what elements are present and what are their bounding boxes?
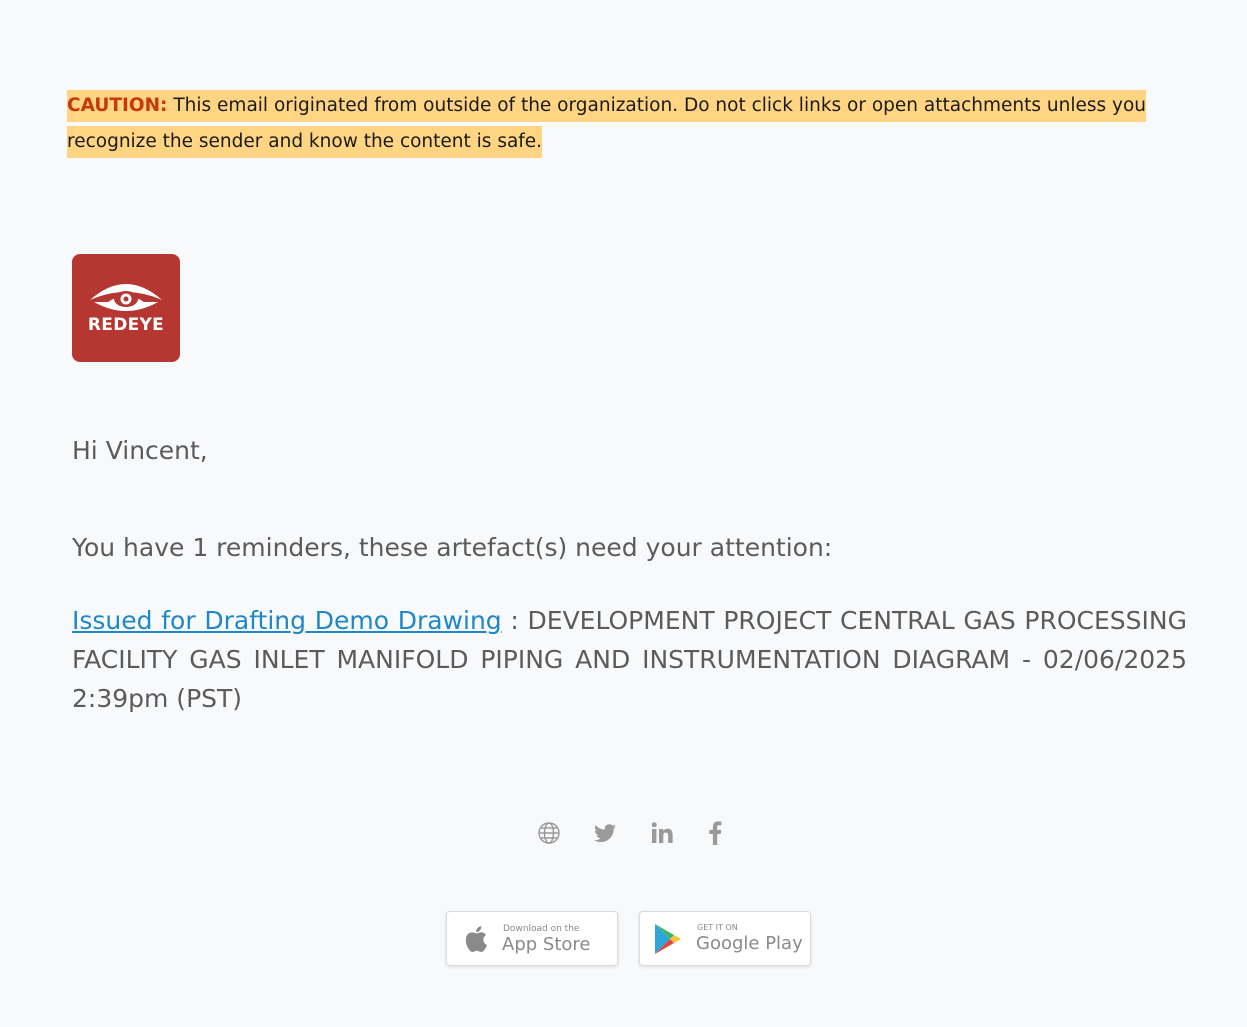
google-play-badge[interactable]: GET IT ON Google Play: [639, 911, 811, 966]
google-play-big-text: Google Play: [696, 933, 803, 954]
app-store-big-text: App Store: [502, 934, 591, 955]
linkedin-icon[interactable]: [647, 818, 677, 848]
reminder-intro: You have 1 reminders, these artefact(s) …: [72, 533, 833, 562]
redeye-logo: REDEYE: [72, 254, 180, 362]
twitter-icon[interactable]: [590, 818, 620, 848]
apple-icon: [465, 926, 487, 952]
google-play-small-text: GET IT ON: [697, 923, 738, 932]
caution-banner: CAUTION: This email originated from outs…: [67, 88, 1183, 160]
reminder-item: Issued for Drafting Demo Drawing : DEVEL…: [72, 601, 1187, 718]
caution-text: This email originated from outside of th…: [67, 95, 1147, 152]
artefact-link[interactable]: Issued for Drafting Demo Drawing: [72, 606, 502, 635]
globe-icon[interactable]: [534, 818, 564, 848]
app-store-badge[interactable]: Download on the App Store: [446, 911, 618, 966]
app-store-small-text: Download on the: [503, 924, 580, 934]
facebook-icon[interactable]: [701, 818, 731, 848]
eye-icon: [90, 284, 162, 311]
greeting: Hi Vincent,: [72, 436, 208, 465]
caution-label: CAUTION:: [67, 95, 168, 116]
logo-text: REDEYE: [87, 315, 165, 335]
google-play-icon: [655, 924, 681, 954]
